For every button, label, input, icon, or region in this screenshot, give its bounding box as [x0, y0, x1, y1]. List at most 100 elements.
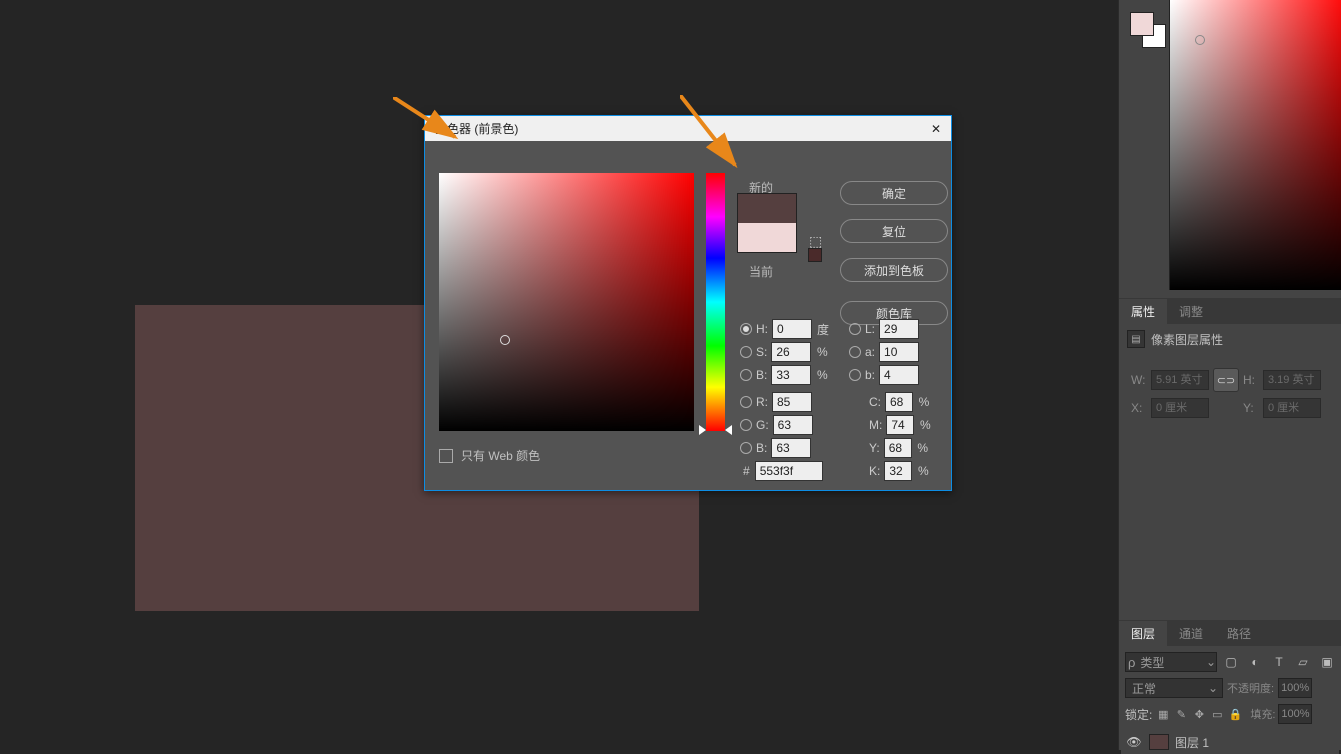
dialog-title-text: 拾色器 (前景色) — [435, 120, 518, 137]
row-c: C: 68 % — [869, 392, 931, 412]
dimension-xy-row: X: 0 厘米 Y: 0 厘米 — [1131, 398, 1321, 418]
radio-r[interactable] — [740, 396, 752, 408]
properties-tab-bar: 属性 调整 — [1119, 298, 1341, 324]
row-bch: B: 63 — [740, 438, 829, 458]
foreground-color-swatch[interactable] — [1130, 12, 1154, 36]
hue-slider[interactable] — [706, 173, 725, 431]
unit-percent-s: % — [815, 345, 829, 359]
fill-input[interactable]: 100% — [1278, 704, 1312, 724]
preview-cursor-icon — [1195, 35, 1205, 45]
unit-percent-y: % — [916, 441, 930, 455]
lock-brush-icon[interactable]: ✎ — [1173, 706, 1189, 722]
filter-image-icon[interactable]: ▢ — [1221, 652, 1241, 672]
layer-type-select[interactable]: ρ 类型 ⌄ — [1125, 652, 1217, 672]
opacity-input[interactable]: 100% — [1278, 678, 1312, 698]
pixel-layer-props: ▤ 像素图层属性 — [1127, 330, 1223, 348]
input-w[interactable]: 5.91 英寸 — [1151, 370, 1209, 390]
row-s: S: 26 % — [740, 342, 829, 362]
lock-pixels-icon[interactable]: ▦ — [1155, 706, 1171, 722]
label-y: Y: — [869, 441, 880, 455]
lock-position-icon[interactable]: ✥ — [1191, 706, 1207, 722]
blend-mode-select[interactable]: 正常 ⌄ — [1125, 678, 1223, 698]
input-bch[interactable]: 63 — [771, 438, 811, 458]
row-v: B: 33 % — [740, 365, 829, 385]
input-v[interactable]: 33 — [771, 365, 811, 385]
label-v: B: — [756, 368, 767, 382]
radio-l[interactable] — [849, 323, 861, 335]
input-a[interactable]: 10 — [879, 342, 919, 362]
label-k: K: — [869, 464, 880, 478]
color-preview-field[interactable] — [1169, 0, 1341, 290]
input-m[interactable]: 74 — [886, 415, 914, 435]
close-icon[interactable]: ✕ — [931, 122, 941, 136]
radio-a[interactable] — [849, 346, 861, 358]
cancel-button[interactable]: 复位 — [840, 219, 948, 243]
layer-item[interactable]: 👁 图层 1 — [1121, 730, 1339, 754]
radio-bl[interactable] — [849, 369, 861, 381]
row-l: L: 29 — [849, 319, 919, 339]
filter-shape-icon[interactable]: ▱ — [1293, 652, 1313, 672]
filter-type-icon[interactable]: T — [1269, 652, 1289, 672]
input-x[interactable]: 0 厘米 — [1151, 398, 1209, 418]
lock-all-icon[interactable]: 🔒 — [1227, 706, 1243, 722]
lock-artboard-icon[interactable]: ▭ — [1209, 706, 1225, 722]
input-c[interactable]: 68 — [885, 392, 913, 412]
input-s[interactable]: 26 — [771, 342, 811, 362]
new-color-swatch — [737, 193, 797, 223]
color-field-cursor-icon — [500, 335, 510, 345]
label-r: R: — [756, 395, 768, 409]
image-icon: ▤ — [1127, 330, 1145, 348]
eye-icon[interactable]: 👁 — [1125, 733, 1143, 751]
radio-v[interactable] — [740, 369, 752, 381]
input-l[interactable]: 29 — [879, 319, 919, 339]
input-h[interactable]: 3.19 英寸 — [1263, 370, 1321, 390]
input-h[interactable]: 0 — [772, 319, 812, 339]
right-panel: 属性 调整 ▤ 像素图层属性 W: 5.91 英寸 ⊂⊃ H: 3.19 英寸 … — [1118, 0, 1341, 750]
hue-handle-right-icon — [725, 425, 732, 435]
blend-mode-label: 正常 — [1132, 680, 1156, 697]
tab-channels[interactable]: 通道 — [1167, 621, 1215, 646]
input-k[interactable]: 32 — [884, 461, 912, 481]
add-to-swatches-button[interactable]: 添加到色板 — [840, 258, 948, 282]
label-h: H: — [1243, 373, 1259, 387]
web-only-checkbox[interactable] — [439, 449, 453, 463]
input-y[interactable]: 68 — [884, 438, 912, 458]
row-hex: # 553f3f — [743, 461, 823, 481]
radio-bch[interactable] — [740, 442, 752, 454]
link-icon[interactable]: ⊂⊃ — [1213, 368, 1239, 392]
input-g[interactable]: 63 — [773, 415, 813, 435]
ok-button-label: 确定 — [882, 185, 906, 202]
current-color-label: 当前 — [749, 263, 773, 280]
unit-percent-m: % — [918, 418, 932, 432]
radio-h[interactable] — [740, 323, 752, 335]
radio-s[interactable] — [740, 346, 752, 358]
input-r[interactable]: 85 — [772, 392, 812, 412]
filter-adjust-icon[interactable]: ◐ — [1245, 652, 1265, 672]
input-hex[interactable]: 553f3f — [755, 461, 823, 481]
pixel-layer-props-label: 像素图层属性 — [1151, 331, 1223, 348]
saturation-brightness-field[interactable] — [439, 173, 694, 431]
fill-label: 填充: — [1250, 706, 1275, 722]
dimension-wh-row: W: 5.91 英寸 ⊂⊃ H: 3.19 英寸 — [1131, 368, 1321, 392]
tab-layers[interactable]: 图层 — [1119, 621, 1167, 646]
ok-button[interactable]: 确定 — [840, 181, 948, 205]
radio-g[interactable] — [740, 419, 752, 431]
row-k: K: 32 % — [869, 461, 930, 481]
input-bl[interactable]: 4 — [879, 365, 919, 385]
filter-smart-icon[interactable]: ▣ — [1317, 652, 1337, 672]
tab-paths[interactable]: 路径 — [1215, 621, 1263, 646]
blend-row: 正常 ⌄ 不透明度: 100% — [1125, 678, 1337, 698]
row-bl: b: 4 — [849, 365, 919, 385]
input-y[interactable]: 0 厘米 — [1263, 398, 1321, 418]
dialog-titlebar[interactable]: 拾色器 (前景色) ✕ — [425, 116, 951, 141]
lock-label: 锁定: — [1125, 706, 1152, 723]
label-c: C: — [869, 395, 881, 409]
add-button-label: 添加到色板 — [864, 262, 924, 279]
tab-properties[interactable]: 属性 — [1119, 299, 1167, 324]
label-m: M: — [869, 418, 882, 432]
gamut-swatch[interactable] — [808, 248, 822, 262]
color-picker-dialog: 拾色器 (前景色) ✕ 新的 当前 ⬚ 确定 复位 添加到色板 颜色库 H: 0… — [424, 115, 952, 491]
layer-type-label: 类型 — [1140, 654, 1164, 671]
tab-adjust[interactable]: 调整 — [1167, 299, 1215, 324]
current-color-swatch[interactable] — [737, 223, 797, 253]
